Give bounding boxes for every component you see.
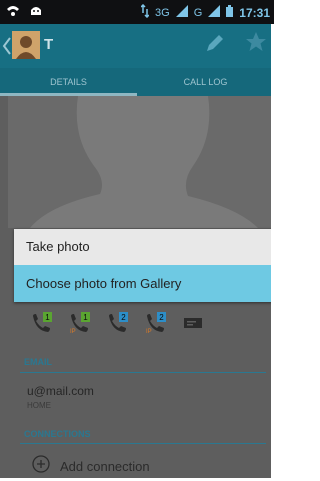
edit-icon[interactable] [204,32,226,59]
action-bar: T [0,24,274,68]
silhouette-icon [30,96,258,228]
star-icon[interactable] [244,30,268,59]
phone-ip-sim2-icon[interactable]: 2 IP [144,312,168,339]
wifi-icon [6,4,20,23]
signal-icon-2 [208,5,221,20]
svg-text:IP: IP [70,329,76,334]
email-section-header: EMAIL [24,357,52,367]
photo-options-menu: Take photo Choose photo from Gallery [14,229,274,302]
back-icon[interactable] [2,36,12,61]
add-connection-label: Add connection [60,459,150,474]
tab-bar: DETAILS CALL LOG [0,68,274,96]
phone-sim1-icon[interactable]: 1 [30,312,54,339]
email-value[interactable]: u@mail.com [27,384,94,398]
screen: 3G G 17:31 T DETAILS CALL LOG Take photo… [0,0,274,481]
phone-sim2-icon[interactable]: 2 [106,312,130,339]
call-actions-row: 1 1 IP 2 2 IP [30,312,204,339]
contact-photo-placeholder[interactable] [8,96,274,228]
signal-icon [175,5,188,20]
svg-text:2: 2 [159,313,164,322]
svg-text:IP: IP [146,329,152,334]
connections-section-header: CONNECTIONS [24,429,91,439]
svg-text:1: 1 [45,313,50,322]
right-edge [271,24,274,481]
data-transfer-icon [140,3,150,21]
phone-ip-sim1-icon[interactable]: 1 IP [68,312,92,339]
plus-circle-icon [32,455,50,478]
menu-item-take-photo[interactable]: Take photo [14,229,274,265]
menu-item-choose-from-gallery[interactable]: Choose photo from Gallery [14,265,274,302]
connections-divider [20,443,266,444]
tab-call-log[interactable]: CALL LOG [137,68,274,96]
contact-name: T [44,36,54,53]
add-connection-button[interactable]: Add connection [32,455,150,478]
svg-text:1: 1 [83,313,88,322]
contact-avatar[interactable] [12,31,40,59]
email-type: HOME [27,401,51,410]
network-type-3g: 3G [155,6,170,19]
email-divider [20,372,266,373]
network-type-g: G [193,6,203,19]
status-bar: 3G G 17:31 [0,0,274,24]
android-debug-icon [28,4,44,23]
tab-details[interactable]: DETAILS [0,68,137,96]
svg-text:2: 2 [121,313,126,322]
message-icon[interactable] [182,312,204,339]
battery-icon [226,5,234,20]
clock: 17:31 [239,5,270,20]
